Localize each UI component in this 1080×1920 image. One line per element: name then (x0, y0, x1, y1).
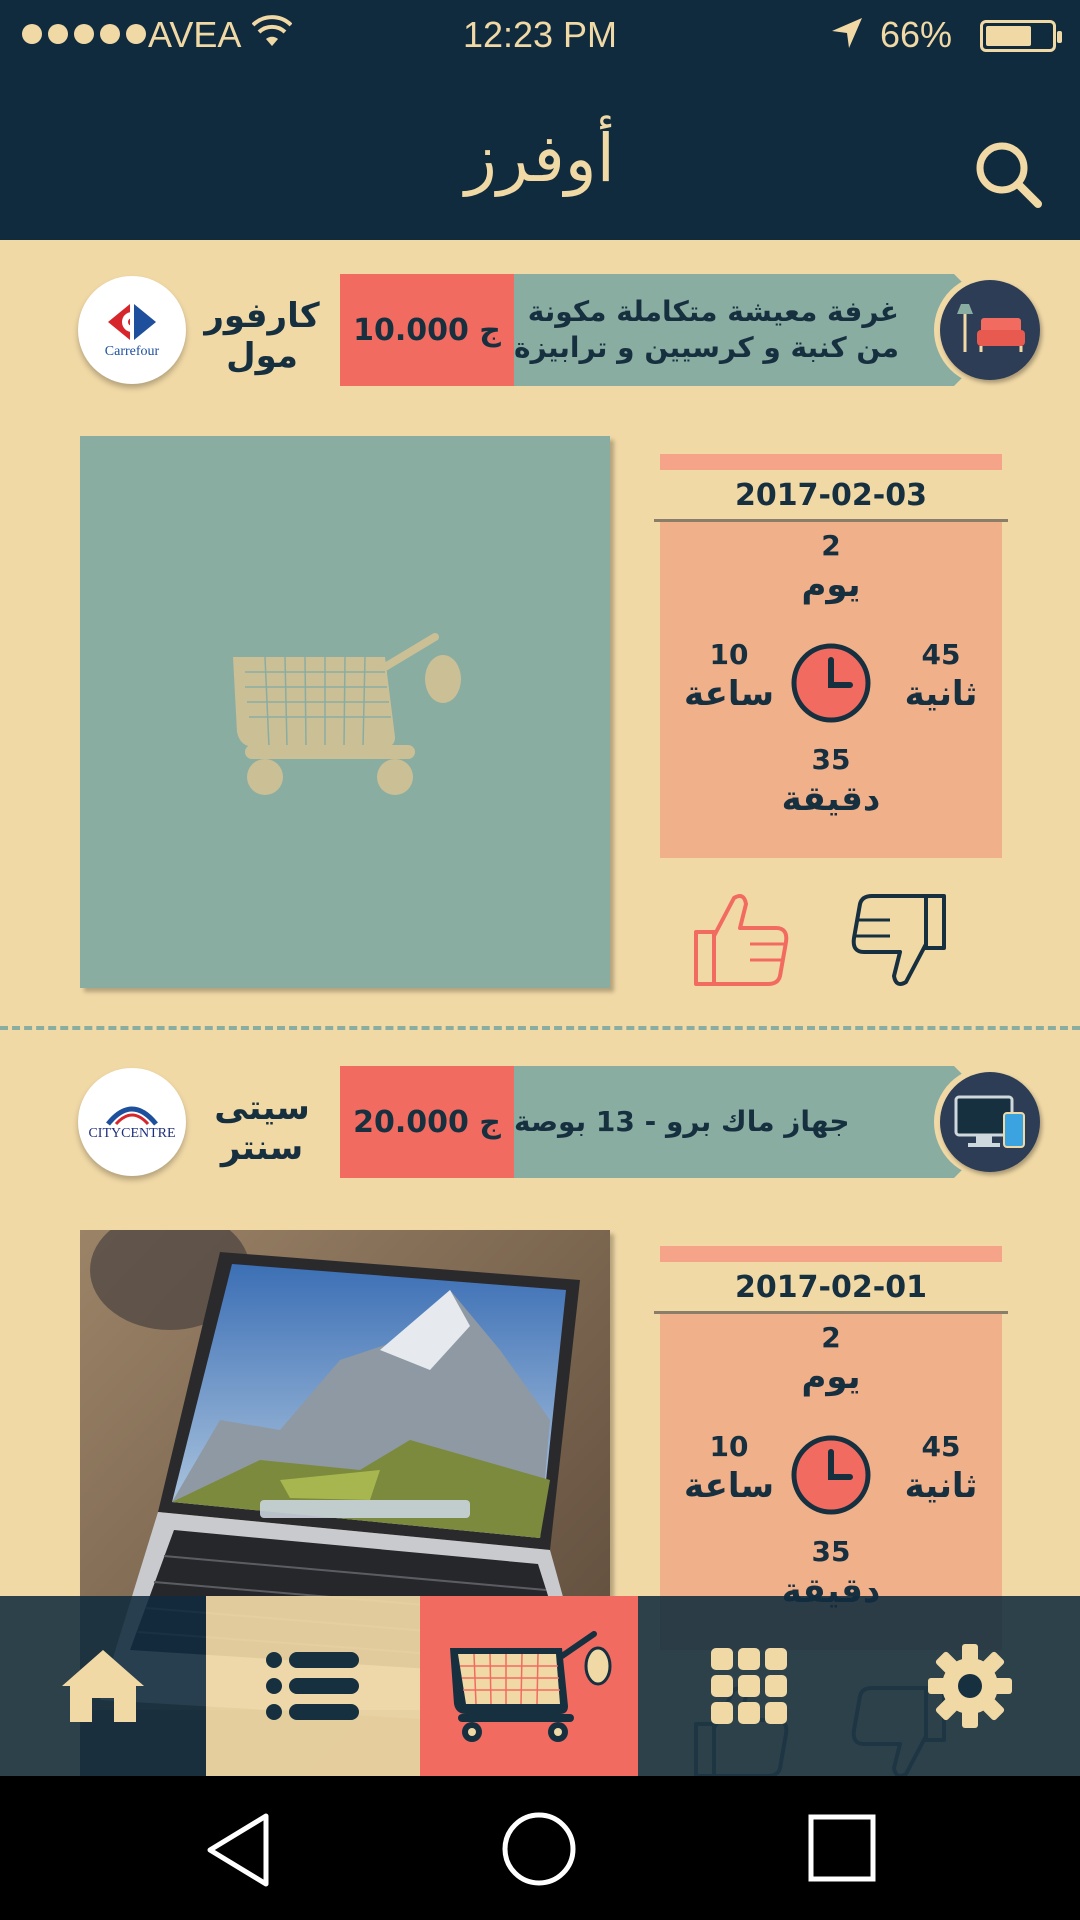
clock-icon (791, 1435, 871, 1515)
carrefour-logo[interactable]: Carrefour (78, 276, 186, 384)
offer-title-line1: غرفة معيشة متكاملة مكونة (527, 295, 899, 328)
seconds-cell: 45 ثانية (886, 1429, 996, 1507)
nav-list[interactable] (206, 1596, 420, 1776)
citycentre-mark-icon (106, 1106, 158, 1126)
store-logo-text: Carrefour (104, 344, 160, 359)
nav-settings[interactable] (860, 1596, 1080, 1776)
list-icon (266, 1652, 359, 1720)
hours-cell: 10 ساعة (674, 1429, 784, 1507)
search-icon[interactable] (972, 138, 1044, 210)
offer-title: غرفة معيشة متكاملة مكونة من كنبة و كرسيي… (514, 274, 1010, 386)
thumbs-up-icon[interactable] (690, 888, 794, 992)
price-tag: 20.000 ج (340, 1066, 514, 1178)
home-circle-icon[interactable] (500, 1810, 578, 1888)
store-name: كارفور مول (200, 296, 324, 376)
status-bar: AVEA 12:23 PM 66% (0, 0, 1080, 72)
days-value: 2 (821, 529, 841, 562)
system-navigation-bar (0, 1776, 1080, 1920)
seconds-cell: 45 ثانية (886, 637, 996, 715)
clock-icon (791, 643, 871, 723)
store-name: سيتى سنتر (200, 1088, 324, 1168)
page-title: أوفرز (464, 120, 616, 197)
minutes-value: 35 (811, 1535, 851, 1568)
computer-icon (954, 1095, 1025, 1148)
days-cell: 2 يوم (781, 528, 881, 606)
nav-cart[interactable] (420, 1596, 638, 1776)
offer-date: 2017-02-03 (654, 470, 1008, 522)
countdown-timer: 2017-02-01 2 يوم 10 ساعة 45 ثانية 35 دقي… (654, 1246, 1008, 1650)
category-badge (934, 274, 1046, 386)
home-icon (62, 1650, 144, 1722)
offer-image-placeholder[interactable] (80, 436, 610, 988)
offer-divider (0, 1026, 1080, 1030)
hours-value: 10 (709, 1430, 749, 1463)
app-header: أوفرز (0, 72, 1080, 240)
bottom-navigation (0, 1596, 1080, 1776)
days-label: يوم (801, 1357, 861, 1397)
hours-label: ساعة (683, 674, 775, 714)
recents-icon[interactable] (806, 1812, 878, 1884)
store-name-line2: سنتر (220, 1128, 304, 1168)
grid-icon (711, 1648, 787, 1724)
price-tag: 10.000 ج (340, 274, 514, 386)
offer-date: 2017-02-01 (654, 1262, 1008, 1314)
hours-cell: 10 ساعة (674, 637, 784, 715)
days-cell: 2 يوم (781, 1320, 881, 1398)
nav-home[interactable] (0, 1596, 206, 1776)
thumbs-down-icon[interactable] (846, 888, 950, 992)
cart-icon (450, 1631, 612, 1742)
gear-icon (928, 1644, 1012, 1728)
location-arrow-icon (832, 18, 862, 48)
sofa-icon (957, 304, 1025, 352)
store-name-line1: سيتى (214, 1088, 310, 1128)
seconds-value: 45 (921, 1430, 961, 1463)
cart-placeholder-icon (233, 633, 461, 795)
carrefour-mark-icon (108, 304, 156, 340)
offer-title-line2: من كنبة و كرسيين و ترابيزة (514, 331, 899, 364)
days-value: 2 (821, 1321, 841, 1354)
seconds-label: ثانية (904, 674, 978, 714)
category-badge (934, 1066, 1046, 1178)
hours-value: 10 (709, 638, 749, 671)
days-label: يوم (801, 565, 861, 605)
battery-percent: 66% (880, 14, 953, 55)
back-icon[interactable] (200, 1810, 280, 1890)
store-logo-text: CITYCENTRE (88, 1126, 176, 1141)
offer-title-line1: جهاز ماك برو - 13 بوصة (514, 1105, 850, 1138)
store-name-line1: كارفور (204, 296, 320, 336)
nav-categories[interactable] (638, 1596, 860, 1776)
seconds-label: ثانية (904, 1466, 978, 1506)
seconds-value: 45 (921, 638, 961, 671)
hours-label: ساعة (683, 1466, 775, 1506)
citycentre-logo[interactable]: CITYCENTRE (78, 1068, 186, 1176)
minutes-value: 35 (811, 743, 851, 776)
store-name-line2: مول (226, 336, 298, 376)
minutes-cell: 35 دقيقة (771, 742, 891, 820)
offer-title: جهاز ماك برو - 13 بوصة (514, 1066, 1010, 1178)
battery-icon (980, 20, 1062, 52)
minutes-label: دقيقة (781, 779, 881, 819)
countdown-timer: 2017-02-03 2 يوم 10 ساعة 45 ثانية 35 دقي… (654, 454, 1008, 858)
